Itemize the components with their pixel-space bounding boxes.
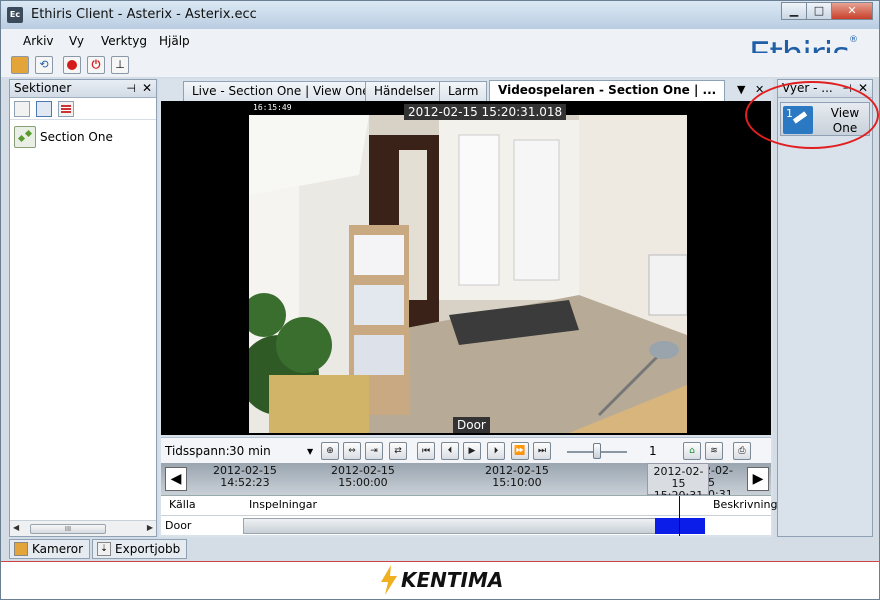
minimize-button[interactable]: ▁ bbox=[781, 2, 807, 20]
timeline-label-1510: 2012-02-15 15:10:00 bbox=[485, 465, 549, 489]
first-frame-icon[interactable]: ⏮ bbox=[417, 442, 435, 460]
timeline-prev-button[interactable]: ◀ bbox=[165, 467, 187, 491]
maximize-button[interactable]: □ bbox=[806, 2, 832, 20]
window-controls: ▁ □ ✕ bbox=[781, 2, 873, 20]
sections-panel-tools bbox=[10, 98, 156, 120]
column-header-recordings: Inspelningar bbox=[249, 498, 317, 511]
play-icon[interactable]: ▶ bbox=[463, 442, 481, 460]
export-icon: ⇣ bbox=[97, 542, 112, 556]
menu-bar: Arkiv Vy Verktyg Hjälp bbox=[1, 29, 879, 53]
chevron-down-icon[interactable]: ▼ bbox=[307, 447, 313, 456]
timeline-label-date: 2012-02-15 bbox=[653, 465, 704, 490]
brand-mark: ® bbox=[848, 35, 858, 45]
tab-live[interactable]: Live - Section One | View One bbox=[183, 81, 379, 101]
tab-videospelaren[interactable]: Videospelaren - Section One | ... bbox=[489, 80, 726, 101]
camera-osd-text: 16:15:49 bbox=[253, 103, 292, 112]
step-back-icon[interactable]: ⏴ bbox=[441, 442, 459, 460]
kentima-logo: KENTIMA bbox=[401, 568, 504, 592]
timeline-label-start: 2012-02-15 14:52:23 bbox=[213, 465, 277, 489]
tab-kameror[interactable]: Kameror bbox=[9, 539, 91, 559]
camera-scene bbox=[249, 115, 687, 433]
video-player[interactable]: 16:15:49 2012-02-15 15:20:31.018 Door bbox=[161, 101, 771, 435]
timeline-label-time: 14:52:23 bbox=[220, 476, 270, 489]
tab-handelser[interactable]: Händelser bbox=[365, 81, 444, 101]
tab-exportjobb[interactable]: ⇣ Exportjobb bbox=[92, 539, 188, 559]
row-source: Door bbox=[165, 519, 192, 532]
app-window: Ec Ethiris Client - Asterix - Asterix.ec… bbox=[0, 0, 880, 600]
menu-vy[interactable]: Vy bbox=[69, 34, 84, 48]
export-clip-icon[interactable]: ⎙ bbox=[733, 442, 751, 460]
close-panel-icon[interactable]: ✕ bbox=[142, 80, 152, 97]
bottom-tabs: Kameror ⇣ Exportjobb bbox=[9, 539, 189, 561]
timespan-select[interactable]: 30 min bbox=[229, 444, 271, 458]
timespan-label: Tidsspann: bbox=[165, 444, 230, 458]
scroll-left-icon[interactable]: ◀ bbox=[13, 523, 19, 532]
column-header-description: Beskrivning bbox=[713, 498, 778, 511]
sync-icon[interactable]: ⇄ bbox=[389, 442, 407, 460]
speed-slider-thumb[interactable] bbox=[593, 443, 601, 459]
title-bar[interactable]: Ec Ethiris Client - Asterix - Asterix.ec… bbox=[1, 1, 879, 29]
main-document-area: Live - Section One | View One Händelser … bbox=[159, 79, 778, 537]
bookmark-icon[interactable]: ⌂ bbox=[683, 442, 701, 460]
tab-exportjobb-label: Exportjobb bbox=[115, 542, 181, 556]
section-item-label: Section One bbox=[40, 130, 113, 144]
main-toolbar: ⟲ ⏻ ⊥ bbox=[1, 53, 879, 77]
column-header-source: Källa bbox=[169, 498, 196, 511]
recordings-table: Källa Inspelningar Beskrivning Door bbox=[161, 495, 778, 536]
timeline-cursor[interactable]: 2012-02-15 15:20:31 bbox=[647, 463, 709, 502]
playhead-line bbox=[679, 496, 680, 536]
video-timestamp: 2012-02-15 15:20:31.018 bbox=[404, 104, 567, 120]
menu-verktyg[interactable]: Verktyg bbox=[101, 34, 147, 48]
section-icon bbox=[14, 126, 36, 148]
menu-hjalp[interactable]: Hjälp bbox=[159, 34, 190, 48]
power-icon[interactable]: ⏻ bbox=[87, 56, 105, 74]
timeline-label-time: 15:00:00 bbox=[338, 476, 388, 489]
sections-panel: Sektioner ⊣ ✕ Section One ◀ III ▶ bbox=[9, 79, 157, 537]
step-forward-icon[interactable]: ⏵ bbox=[487, 442, 505, 460]
close-button[interactable]: ✕ bbox=[831, 2, 873, 20]
tab-larm[interactable]: Larm bbox=[439, 81, 488, 101]
open-folder-icon[interactable] bbox=[11, 56, 29, 74]
scroll-right-icon[interactable]: ▶ bbox=[147, 523, 153, 532]
detail-view-icon[interactable] bbox=[58, 101, 74, 117]
layers-icon[interactable]: ≋ bbox=[705, 442, 723, 460]
document-tabs: Live - Section One | View One Händelser … bbox=[159, 79, 773, 101]
zoom-icon[interactable]: ⊕ bbox=[321, 442, 339, 460]
last-frame-icon[interactable]: ⏭ bbox=[533, 442, 551, 460]
list-view-icon[interactable] bbox=[36, 101, 52, 117]
timeline-label-1500: 2012-02-15 15:00:00 bbox=[331, 465, 395, 489]
fast-forward-icon[interactable]: ⏩ bbox=[511, 442, 529, 460]
scroll-thumb[interactable]: III bbox=[30, 524, 106, 534]
tabs-dropdown-icon[interactable]: ▼ bbox=[737, 83, 745, 96]
window-title: Ethiris Client - Asterix - Asterix.ecc bbox=[31, 7, 257, 22]
timeline-next-button[interactable]: ▶ bbox=[747, 467, 769, 491]
collapse-icon[interactable]: ⇥ bbox=[365, 442, 383, 460]
app-icon: Ec bbox=[7, 7, 23, 23]
camera-icon bbox=[14, 542, 28, 556]
sections-panel-header: Sektioner ⊣ ✕ bbox=[10, 80, 156, 98]
tab-kameror-label: Kameror bbox=[32, 542, 84, 556]
tree-view-icon[interactable] bbox=[14, 101, 30, 117]
timeline-label-date: 2012-02-15 bbox=[709, 465, 733, 489]
playback-controls: Tidsspann: 30 min ▼ ⊕ ⇔ ⇥ ⇄ ⏮ ⏴ ▶ ⏵ ⏩ ⏭ … bbox=[161, 437, 771, 463]
pin-icon[interactable]: ⊣ bbox=[126, 80, 136, 97]
section-item[interactable]: Section One bbox=[14, 126, 113, 148]
footer: KENTIMA bbox=[1, 561, 879, 599]
recording-segment[interactable] bbox=[655, 518, 705, 534]
expand-icon[interactable]: ⇔ bbox=[343, 442, 361, 460]
recording-track[interactable] bbox=[243, 518, 705, 534]
timeline[interactable]: ◀ 2012-02-15 14:52:23 2012-02-15 15:00:0… bbox=[161, 463, 771, 502]
record-icon[interactable] bbox=[63, 56, 81, 74]
annotation-highlight-circle bbox=[745, 81, 879, 149]
camera-video-frame bbox=[249, 115, 687, 433]
camera-name-label: Door bbox=[453, 417, 490, 433]
refresh-icon[interactable]: ⟲ bbox=[35, 56, 53, 74]
speed-value: 1 bbox=[649, 444, 657, 458]
menu-arkiv[interactable]: Arkiv bbox=[23, 34, 54, 48]
horizontal-scrollbar[interactable]: ◀ III ▶ bbox=[10, 520, 156, 536]
timeline-label-time: 15:10:00 bbox=[492, 476, 542, 489]
sections-panel-title: Sektioner bbox=[14, 81, 72, 95]
disconnect-icon[interactable]: ⊥ bbox=[111, 56, 129, 74]
kentima-bolt-icon bbox=[381, 565, 397, 595]
